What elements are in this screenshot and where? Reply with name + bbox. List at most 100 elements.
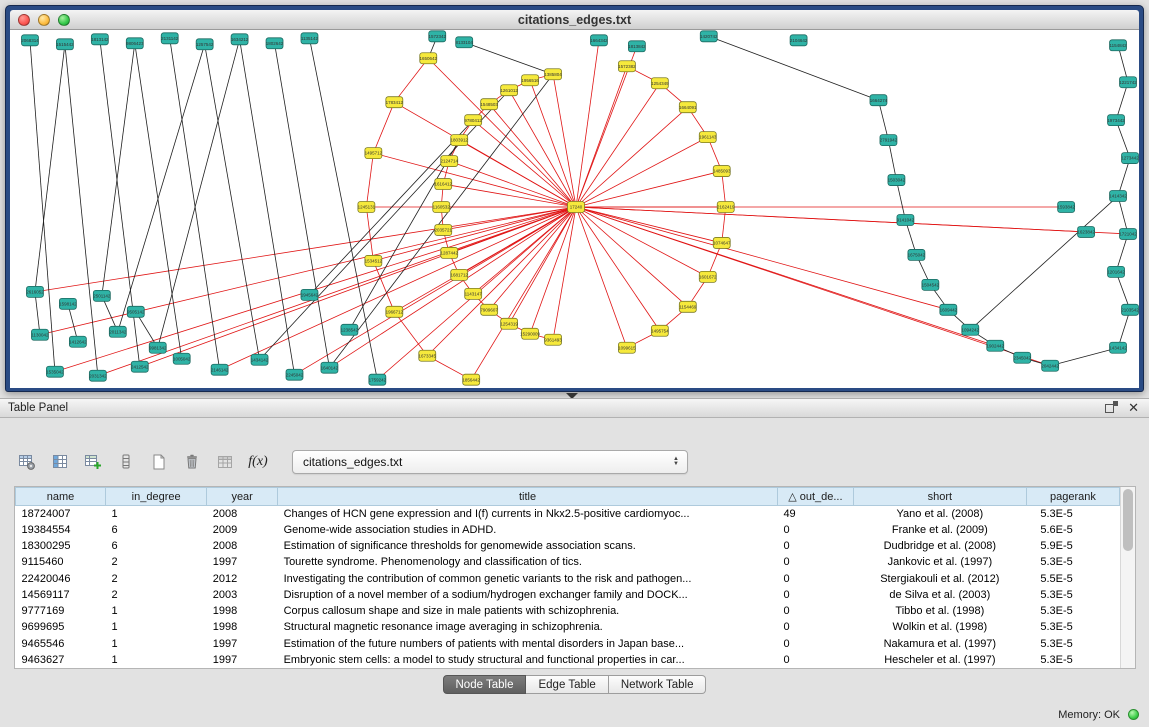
table-cell[interactable]: 9463627: [16, 652, 106, 668]
table-cell[interactable]: 1: [106, 619, 207, 635]
table-cell[interactable]: 9699695: [16, 619, 106, 635]
graph-node[interactable]: 1572342: [429, 31, 447, 42]
graph-node[interactable]: 1623842: [1077, 226, 1095, 237]
network-graph[interactable]: 1724093614931529000912543197909607114314…: [10, 30, 1139, 388]
column-header[interactable]: △ out_de...: [777, 488, 853, 506]
table-cell[interactable]: 0: [777, 554, 853, 570]
table-cell[interactable]: 5.6E-5: [1026, 522, 1119, 538]
table-options-button[interactable]: [14, 449, 40, 475]
graph-node[interactable]: 8133104: [455, 37, 473, 48]
table-cell[interactable]: 1: [106, 506, 207, 522]
table-row[interactable]: 946362711997Embryonic stem cells: a mode…: [16, 652, 1120, 668]
table-cell[interactable]: Wolkin et al. (1998): [853, 619, 1026, 635]
table-cell[interactable]: Nakamura et al. (1997): [853, 636, 1026, 652]
graph-node[interactable]: 1420742: [700, 31, 718, 42]
table-cell[interactable]: 18300295: [16, 538, 106, 554]
table-cell[interactable]: Embryonic stem cells: a model to study s…: [278, 652, 778, 668]
graph-node[interactable]: 1973442: [1107, 115, 1125, 126]
new-row-button[interactable]: [146, 449, 172, 475]
close-panel-button[interactable]: ✕: [1128, 401, 1139, 415]
graph-node[interactable]: 1257542: [196, 39, 214, 50]
table-cell[interactable]: Franke et al. (2009): [853, 522, 1026, 538]
graph-node[interactable]: 1609442: [940, 304, 958, 315]
table-cell[interactable]: 0: [777, 636, 853, 652]
table-cell[interactable]: 0: [777, 571, 853, 587]
table-cell[interactable]: 1997: [207, 636, 278, 652]
table-cell[interactable]: Corpus callosum shape and size in male p…: [278, 603, 778, 619]
table-cell[interactable]: Structural magnetic resonance image aver…: [278, 619, 778, 635]
graph-node[interactable]: 2616052: [26, 286, 44, 297]
graph-node[interactable]: 1143147: [465, 288, 483, 299]
graph-node[interactable]: 1902442: [987, 340, 1005, 351]
table-cell[interactable]: 5.3E-5: [1026, 636, 1119, 652]
graph-node[interactable]: 1534512: [365, 255, 383, 266]
graph-node[interactable]: 1634212: [231, 34, 249, 45]
table-cell[interactable]: 9115460: [16, 554, 106, 570]
graph-node[interactable]: 1803912: [450, 135, 468, 146]
table-cell[interactable]: 0: [777, 652, 853, 668]
table-cell[interactable]: 5.3E-5: [1026, 619, 1119, 635]
table-row[interactable]: 977716911998Corpus callosum shape and si…: [16, 603, 1120, 619]
graph-node[interactable]: 1504542: [922, 279, 940, 290]
graph-node[interactable]: 1412642: [69, 336, 87, 347]
graph-node[interactable]: 1813142: [91, 34, 109, 45]
table-cell[interactable]: 9777169: [16, 603, 106, 619]
graph-node[interactable]: 1673345: [419, 350, 437, 361]
table-cell[interactable]: 22420046: [16, 571, 106, 587]
table-row[interactable]: 946554611997Estimation of the future num…: [16, 636, 1120, 652]
graph-node[interactable]: 1074647: [713, 237, 731, 248]
table-cell[interactable]: Yano et al. (2008): [853, 506, 1026, 522]
table-cell[interactable]: 2: [106, 571, 207, 587]
table-cell[interactable]: Tourette syndrome. Phenomenology and cla…: [278, 554, 778, 570]
table-cell[interactable]: 5.3E-5: [1026, 506, 1119, 522]
column-header[interactable]: pagerank: [1026, 488, 1119, 506]
graph-node[interactable]: 1961143: [699, 132, 717, 143]
table-cell[interactable]: Dudbridge et al. (2008): [853, 538, 1026, 554]
graph-node[interactable]: 1802642: [266, 38, 284, 49]
column-header[interactable]: year: [207, 488, 278, 506]
graph-node[interactable]: 1783412: [386, 97, 404, 108]
table-cell[interactable]: Genome-wide association studies in ADHD.: [278, 522, 778, 538]
table-cell[interactable]: 5.9E-5: [1026, 538, 1119, 554]
graph-node[interactable]: 1721042: [1119, 228, 1137, 239]
graph-node[interactable]: 1593842: [1057, 202, 1075, 213]
table-cell[interactable]: 5.3E-5: [1026, 554, 1119, 570]
tab-edge-table[interactable]: Edge Table: [526, 675, 608, 694]
graph-node[interactable]: 1099615: [618, 342, 636, 353]
table-cell[interactable]: 0: [777, 619, 853, 635]
graph-node[interactable]: 1515442: [56, 39, 74, 50]
graph-node[interactable]: 2162419: [717, 202, 735, 213]
table-cell[interactable]: 5.3E-5: [1026, 587, 1119, 603]
table-scrollbar-thumb[interactable]: [1123, 489, 1133, 551]
graph-node[interactable]: 1005042: [173, 353, 191, 364]
new-column-button[interactable]: [80, 449, 106, 475]
table-cell[interactable]: 2: [106, 587, 207, 603]
graph-node[interactable]: 2124714: [440, 156, 458, 167]
graph-node[interactable]: 2104642: [790, 35, 808, 46]
graph-node[interactable]: 1601672: [699, 271, 717, 282]
graph-node[interactable]: 17240: [568, 202, 585, 213]
graph-node[interactable]: 1535042: [46, 366, 64, 377]
graph-node[interactable]: 2068314: [21, 35, 39, 46]
graph-node[interactable]: 1485093: [713, 166, 731, 177]
graph-node[interactable]: 2031342: [89, 370, 107, 381]
import-table-button[interactable]: [212, 449, 238, 475]
table-cell[interactable]: 6: [106, 538, 207, 554]
table-cell[interactable]: 2003: [207, 587, 278, 603]
table-cell[interactable]: 0: [777, 603, 853, 619]
delete-row-button[interactable]: [179, 449, 205, 475]
table-cell[interactable]: 1997: [207, 554, 278, 570]
graph-node[interactable]: 1414342: [1109, 191, 1127, 202]
table-row[interactable]: 1456911722003Disruption of a novel membe…: [16, 587, 1120, 603]
graph-node[interactable]: 1385804: [544, 69, 562, 80]
table-scrollbar[interactable]: [1120, 487, 1135, 668]
graph-node[interactable]: 1160532: [433, 202, 451, 213]
graph-node[interactable]: 1273442: [1121, 153, 1139, 164]
graph-node[interactable]: 1813842: [628, 41, 646, 52]
network-window-titlebar[interactable]: citations_edges.txt: [10, 10, 1139, 30]
table-cell[interactable]: 0: [777, 587, 853, 603]
graph-node[interactable]: 9806423: [126, 38, 144, 49]
graph-node[interactable]: 1640142: [321, 362, 339, 373]
table-cell[interactable]: de Silva et al. (2003): [853, 587, 1026, 603]
graph-node[interactable]: 1856442: [462, 374, 480, 385]
